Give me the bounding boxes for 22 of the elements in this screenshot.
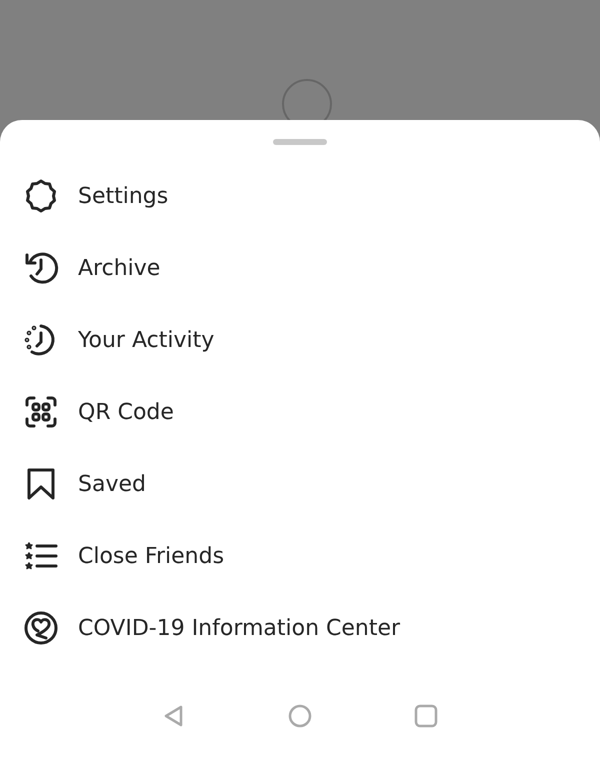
menu-item-label: Your Activity [78,328,214,352]
menu-item-label: Archive [78,256,160,280]
menu-item-label: Saved [78,472,146,496]
menu-item[interactable]: Saved [0,448,600,520]
recents-icon[interactable] [414,704,438,728]
menu-item[interactable]: Your Activity [0,304,600,376]
home-icon[interactable] [288,704,312,728]
heart-circle-icon [23,610,59,646]
menu-item[interactable]: COVID-19 Information Center [0,592,600,664]
avatar-outline-icon [281,78,333,120]
settings-icon [23,178,59,214]
menu-item[interactable]: Close Friends [0,520,600,592]
menu-item-label: QR Code [78,400,174,424]
qr-code-icon [23,394,59,430]
menu-item[interactable]: QR Code [0,376,600,448]
menu-item[interactable]: Archive [0,232,600,304]
menu-item-label: Settings [78,184,168,208]
clock-arrow-icon [23,250,59,286]
menu-item-label: COVID-19 Information Center [78,616,400,640]
menu-item[interactable]: Settings [0,160,600,232]
drag-handle[interactable] [273,139,327,145]
menu-item-label: Close Friends [78,544,224,568]
